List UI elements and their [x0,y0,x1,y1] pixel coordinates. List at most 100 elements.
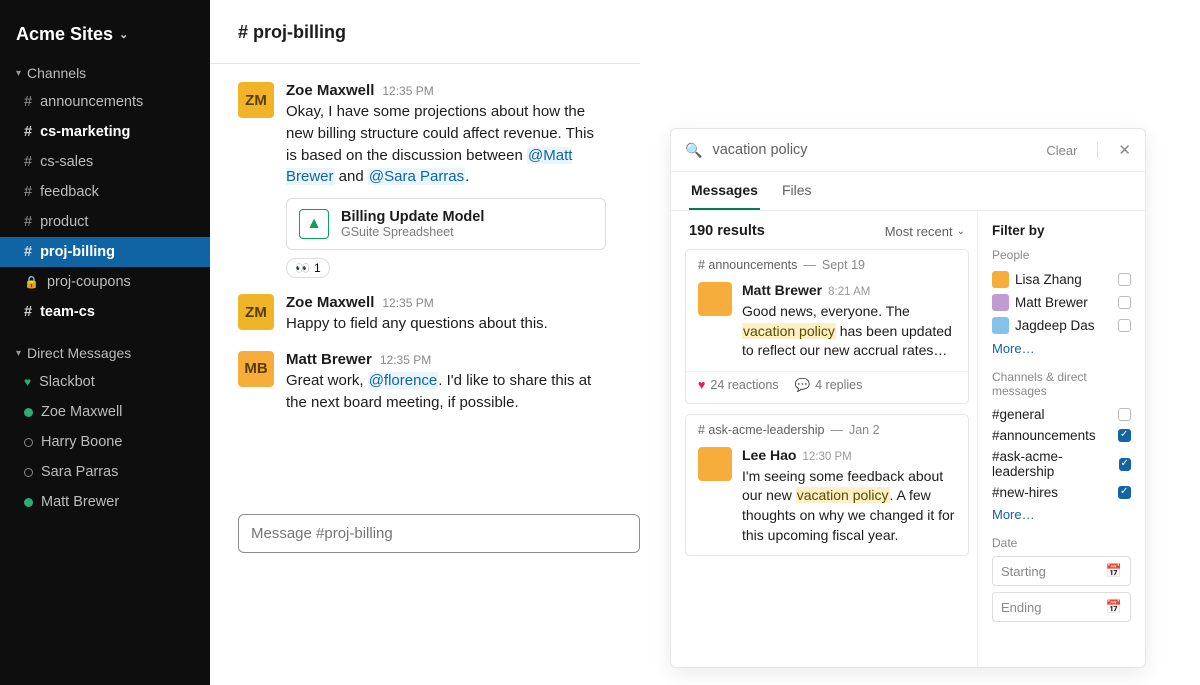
channel-name: cs-sales [40,151,93,173]
message-time: 12:35 PM [382,84,433,98]
filter-channel[interactable]: #announcements [992,425,1131,446]
result-author: Lee Hao [742,447,796,463]
hash-icon: # [24,121,32,143]
message-input[interactable] [238,514,640,553]
channel-item-product[interactable]: # product [0,207,210,237]
channel-name: product [40,211,88,233]
message-time: 12:35 PM [380,353,431,367]
dm-item[interactable]: Sara Parras [0,457,210,487]
channel-list: #announcements#cs-marketing#cs-sales#fee… [0,87,210,327]
message-author: Matt Brewer [286,351,372,368]
checkbox[interactable] [1119,458,1131,471]
avatar [992,317,1009,334]
reactions-count: 24 reactions [710,378,778,392]
dm-item[interactable]: ♥Slackbot [0,367,210,397]
clear-button[interactable]: Clear [1046,143,1077,158]
date-start-label: Starting [1001,564,1046,579]
gsuite-icon: ▲ [299,209,329,239]
dm-name: Harry Boone [41,431,122,453]
filter-title: Filter by [992,223,1131,238]
channels-section-toggle[interactable]: Channels [0,59,210,87]
message-author: Zoe Maxwell [286,294,374,311]
checkbox[interactable] [1118,486,1131,499]
filter-people-label: People [992,248,1131,262]
result-text: Good news, everyone. The vacation policy… [742,302,956,361]
attachment-subtitle: GSuite Spreadsheet [341,225,484,239]
chevron-down-icon: ⌄ [957,226,965,237]
reaction-pill[interactable]: 👀1 [286,258,330,278]
attachment-card[interactable]: ▲Billing Update ModelGSuite Spreadsheet [286,198,606,250]
checkbox[interactable] [1118,273,1131,286]
dm-item[interactable]: Zoe Maxwell [0,397,210,427]
search-icon: 🔍 [685,142,702,159]
calendar-icon: 📅 [1106,563,1122,579]
close-icon[interactable]: ✕ [1118,141,1131,159]
people-more-link[interactable]: More… [992,341,1035,356]
lock-icon: 🔒 [24,271,39,293]
result-channel: # announcements [698,258,797,272]
result-card[interactable]: # announcements—Sept 19Matt Brewer8:21 A… [685,249,969,404]
result-date: Sept 19 [822,258,865,272]
workspace-switcher[interactable]: Acme Sites ⌄ [0,14,210,59]
dms-section-toggle[interactable]: Direct Messages [0,339,210,367]
channel-name: feedback [40,181,99,203]
dm-name: Sara Parras [41,461,118,483]
dm-name: Zoe Maxwell [41,401,122,423]
result-card[interactable]: # ask-acme-leadership—Jan 2Lee Hao12:30 … [685,414,969,556]
filter-channel[interactable]: #ask-acme-leadership [992,446,1131,482]
filter-person[interactable]: Lisa Zhang [992,268,1131,291]
message: ZMZoe Maxwell12:35 PMOkay, I have some p… [238,76,640,288]
filter-person-name: Matt Brewer [1015,295,1088,310]
hash-icon: # [24,241,32,263]
presence-icon: ♥ [24,371,31,393]
date-end-picker[interactable]: Ending 📅 [992,592,1131,622]
dms-label: Direct Messages [27,345,131,361]
checkbox[interactable] [1118,296,1131,309]
message: ZMZoe Maxwell12:35 PMHappy to field any … [238,288,640,345]
channel-item-team-cs[interactable]: #team-cs [0,297,210,327]
search-tabs: Messages Files [671,172,1145,211]
sort-dropdown[interactable]: Most recent ⌄ [885,224,965,239]
hash-icon: # [24,151,32,173]
results-count: 190 results [689,223,765,239]
checkbox[interactable] [1118,429,1131,442]
result-time: 12:30 PM [802,451,851,463]
checkbox[interactable] [1118,319,1131,332]
channel-item-feedback[interactable]: #feedback [0,177,210,207]
channel-item-announcements[interactable]: #announcements [0,87,210,117]
mention[interactable]: @Sara Parras [368,168,465,185]
tab-messages[interactable]: Messages [689,172,760,210]
channel-item-cs-marketing[interactable]: #cs-marketing [0,117,210,147]
avatar [992,271,1009,288]
sidebar: Acme Sites ⌄ Channels #announcements#cs-… [0,0,210,685]
filter-channel-name: #new-hires [992,485,1058,500]
dm-item[interactable]: Matt Brewer [0,487,210,517]
mention[interactable]: @florence [368,372,439,389]
channels-label: Channels [27,65,86,81]
hash-icon: # [24,211,32,233]
checkbox[interactable] [1118,408,1131,421]
tab-files[interactable]: Files [780,172,814,210]
presence-icon [24,498,33,507]
filter-channel-name: #general [992,407,1045,422]
heart-icon: ♥ [698,378,705,392]
channel-item-proj-coupons[interactable]: 🔒proj-coupons [0,267,210,297]
results-list: # announcements—Sept 19Matt Brewer8:21 A… [685,249,969,556]
channels-more-link[interactable]: More… [992,507,1035,522]
channel-item-proj-billing[interactable]: #proj-billing [0,237,210,267]
sort-label: Most recent [885,224,953,239]
date-start-picker[interactable]: Starting 📅 [992,556,1131,586]
filter-channel-name: #announcements [992,428,1096,443]
result-text: I'm seeing some feedback about our new v… [742,467,956,545]
highlight: vacation policy [742,323,836,339]
channel-item-cs-sales[interactable]: # cs-sales [0,147,210,177]
filter-channels-label: Channels & direct messages [992,370,1131,398]
filter-channel[interactable]: #new-hires [992,482,1131,503]
search-input[interactable] [712,142,1036,158]
dm-item[interactable]: Harry Boone [0,427,210,457]
filter-person[interactable]: Matt Brewer [992,291,1131,314]
result-author: Matt Brewer [742,282,822,298]
search-bar: 🔍 Clear ✕ [671,129,1145,172]
filter-channel[interactable]: #general [992,404,1131,425]
filter-person[interactable]: Jagdeep Das [992,314,1131,337]
